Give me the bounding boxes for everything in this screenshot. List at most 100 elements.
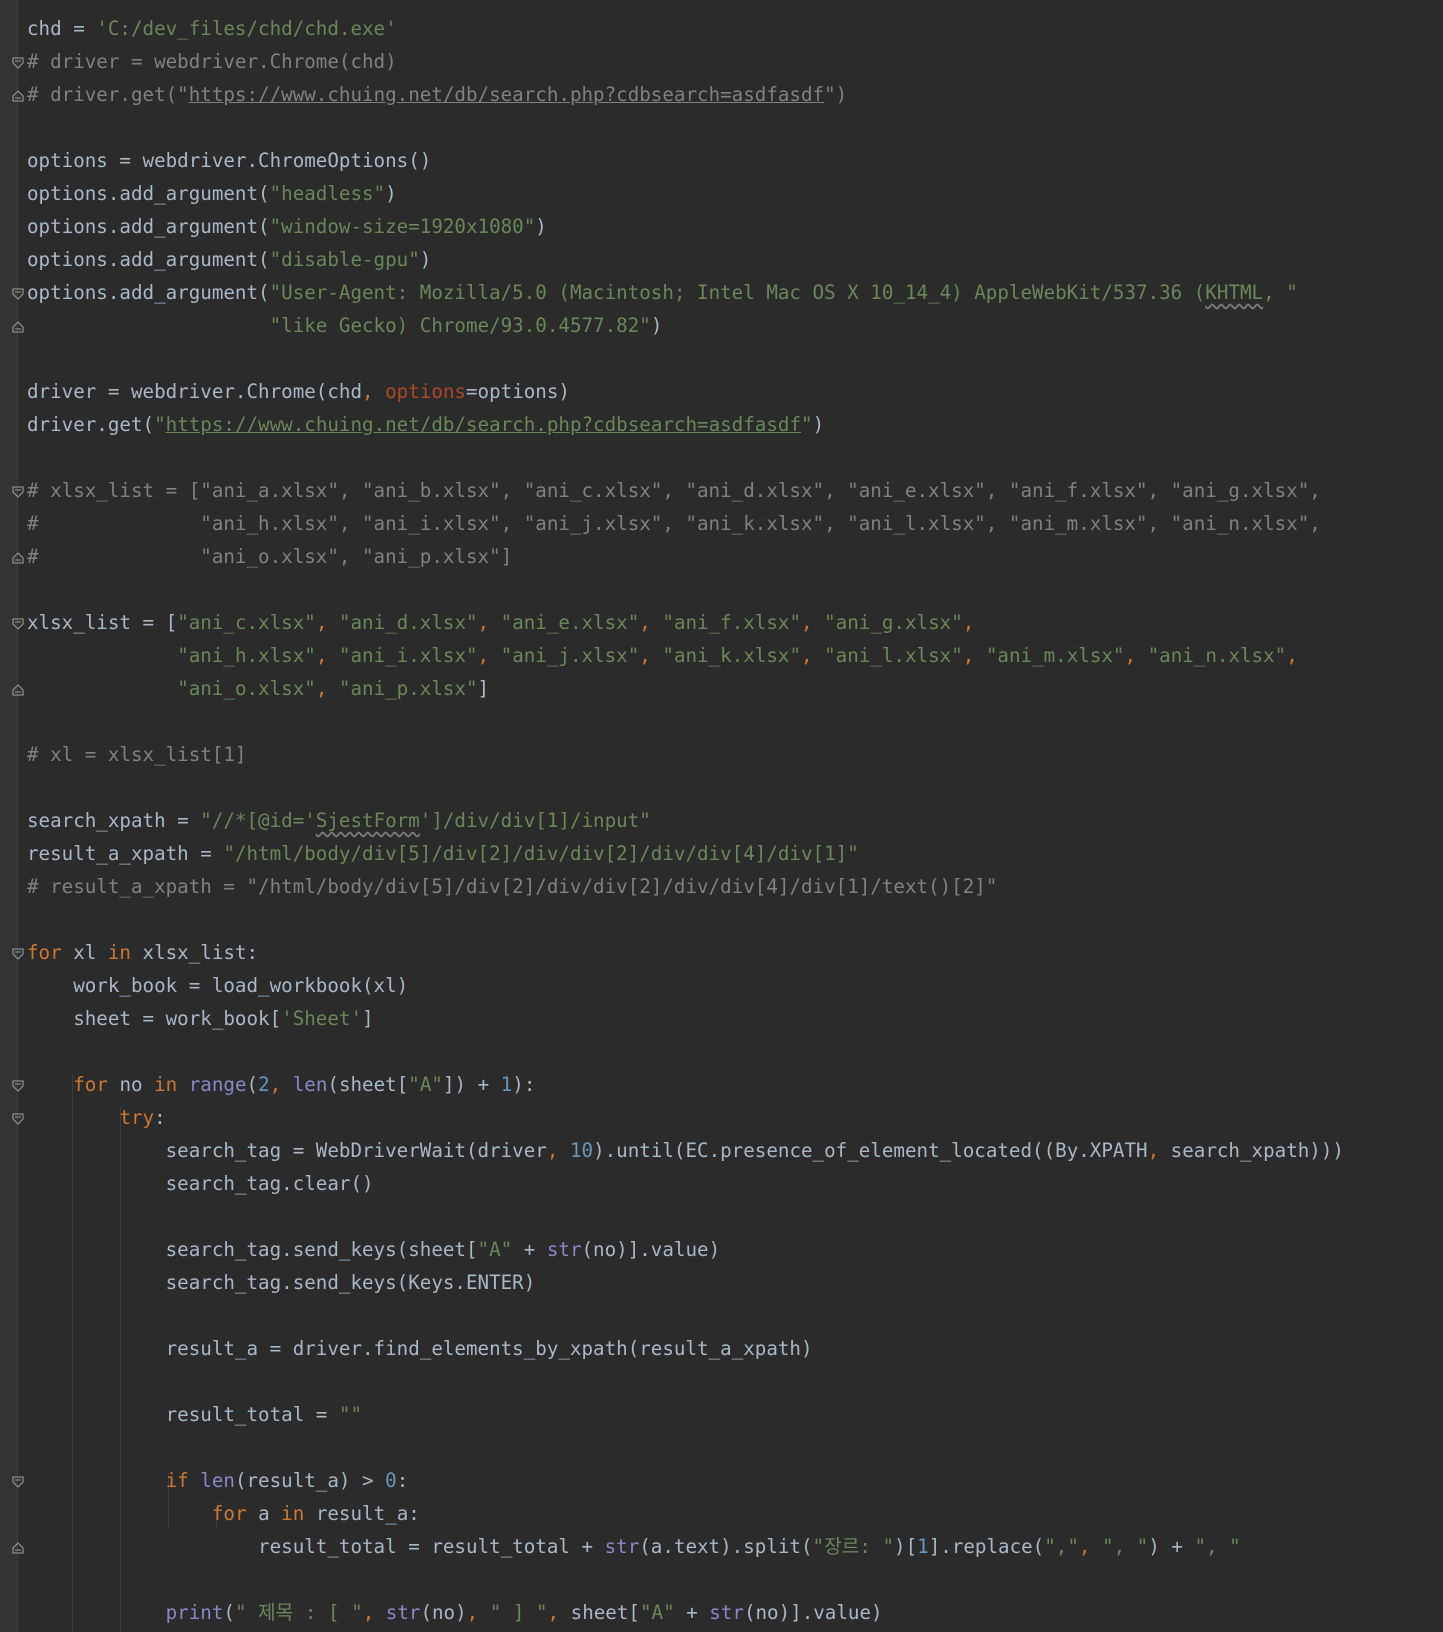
- code-line[interactable]: search_tag.send_keys(sheet["A" + str(no)…: [0, 1233, 1443, 1266]
- code-token: result_total = result_total +: [27, 1535, 605, 1558]
- code-line-text: # "ani_h.xlsx", "ani_i.xlsx", "ani_j.xls…: [27, 507, 1321, 540]
- code-line[interactable]: xlsx_list = ["ani_c.xlsx", "ani_d.xlsx",…: [0, 606, 1443, 639]
- code-token: "": [338, 1403, 363, 1426]
- code-line[interactable]: [0, 1563, 1443, 1596]
- code-token: ,: [1147, 1139, 1171, 1162]
- code-line[interactable]: options.add_argument("disable-gpu"): [0, 243, 1443, 276]
- code-token: SjestForm: [315, 809, 420, 832]
- fold-toggle-icon[interactable]: [11, 56, 25, 70]
- code-token: (: [223, 1601, 235, 1624]
- code-line-text: driver = webdriver.Chrome(chd, options=o…: [27, 375, 570, 408]
- fold-end-icon[interactable]: [11, 683, 25, 697]
- fold-toggle-icon[interactable]: [11, 287, 25, 301]
- code-line[interactable]: print(" 제목 : [ ", str(no), " ] ", sheet[…: [0, 1596, 1443, 1629]
- code-line-text: # result_a_xpath = "/html/body/div[5]/di…: [27, 870, 997, 903]
- code-line[interactable]: [0, 705, 1443, 738]
- code-line-text: chd = 'C:/dev_files/chd/chd.exe': [27, 12, 397, 45]
- fold-toggle-icon[interactable]: [11, 617, 25, 631]
- code-line[interactable]: work_book = load_workbook(xl): [0, 969, 1443, 1002]
- fold-end-icon[interactable]: [11, 1541, 25, 1555]
- code-line[interactable]: "ani_o.xlsx", "ani_p.xlsx"]: [0, 672, 1443, 705]
- code-line[interactable]: # driver = webdriver.Chrome(chd): [0, 45, 1443, 78]
- code-line[interactable]: [0, 342, 1443, 375]
- fold-end-icon[interactable]: [11, 320, 25, 334]
- code-token: (no): [420, 1601, 467, 1624]
- code-line[interactable]: [0, 1431, 1443, 1464]
- code-token: result_a = driver.find_elements_by_xpath…: [27, 1337, 813, 1360]
- code-line[interactable]: [0, 1299, 1443, 1332]
- code-line-text: options.add_argument("disable-gpu"): [27, 243, 431, 276]
- code-line[interactable]: try:: [0, 1101, 1443, 1134]
- code-line[interactable]: [0, 1200, 1443, 1233]
- code-token: for: [211, 1502, 259, 1525]
- code-line[interactable]: # "ani_o.xlsx", "ani_p.xlsx"]: [0, 540, 1443, 573]
- code-line[interactable]: options = webdriver.ChromeOptions(): [0, 144, 1443, 177]
- code-token: , ": [1263, 281, 1298, 304]
- code-line[interactable]: # result_a_xpath = "/html/body/div[5]/di…: [0, 870, 1443, 903]
- code-line[interactable]: [0, 111, 1443, 144]
- code-line-text: # xl = xlsx_list[1]: [27, 738, 247, 771]
- code-line[interactable]: [0, 771, 1443, 804]
- code-line[interactable]: for xl in xlsx_list:: [0, 936, 1443, 969]
- code-line[interactable]: search_tag.send_keys(Keys.ENTER): [0, 1266, 1443, 1299]
- code-token: "ani_d.xlsx": [338, 611, 478, 634]
- code-line[interactable]: result_a = driver.find_elements_by_xpath…: [0, 1332, 1443, 1365]
- code-line[interactable]: [0, 441, 1443, 474]
- fold-toggle-icon[interactable]: [11, 1112, 25, 1126]
- code-token: "): [824, 83, 848, 106]
- code-line[interactable]: sheet = work_book['Sheet']: [0, 1002, 1443, 1035]
- code-line-text: for xl in xlsx_list:: [27, 936, 258, 969]
- code-token: "disable-gpu": [269, 248, 420, 271]
- code-line[interactable]: chd = 'C:/dev_files/chd/chd.exe': [0, 12, 1443, 45]
- code-token: (a.text).split(: [639, 1535, 813, 1558]
- code-token: ,: [466, 1601, 490, 1624]
- code-token: options.add_argument(: [27, 182, 270, 205]
- code-token: len: [292, 1073, 328, 1096]
- code-token: str: [709, 1601, 744, 1624]
- code-token: (sheet[: [327, 1073, 409, 1096]
- code-line[interactable]: options.add_argument("window-size=1920x1…: [0, 210, 1443, 243]
- fold-toggle-icon[interactable]: [11, 485, 25, 499]
- code-line[interactable]: options.add_argument("User-Agent: Mozill…: [0, 276, 1443, 309]
- fold-end-icon[interactable]: [11, 551, 25, 565]
- code-token: # xlsx_list = ["ani_a.xlsx", "ani_b.xlsx…: [27, 479, 1321, 502]
- code-line[interactable]: [0, 1365, 1443, 1398]
- code-line[interactable]: "ani_h.xlsx", "ani_i.xlsx", "ani_j.xlsx"…: [0, 639, 1443, 672]
- code-line[interactable]: search_tag.clear(): [0, 1167, 1443, 1200]
- code-line[interactable]: "like Gecko) Chrome/93.0.4577.82"): [0, 309, 1443, 342]
- code-line[interactable]: result_total = "": [0, 1398, 1443, 1431]
- code-line[interactable]: [0, 903, 1443, 936]
- code-line[interactable]: if len(result_a) > 0:: [0, 1464, 1443, 1497]
- code-token: ]: [362, 1007, 374, 1030]
- code-token: ,: [801, 644, 825, 667]
- code-token: ]: [477, 677, 490, 700]
- code-line[interactable]: [0, 573, 1443, 606]
- code-line[interactable]: result_total = result_total + str(a.text…: [0, 1530, 1443, 1563]
- code-token: try: [119, 1106, 155, 1129]
- code-line[interactable]: for a in result_a:: [0, 1497, 1443, 1530]
- code-area[interactable]: chd = 'C:/dev_files/chd/chd.exe' # driver…: [0, 12, 1443, 1629]
- code-line[interactable]: search_tag = WebDriverWait(driver, 10).u…: [0, 1134, 1443, 1167]
- code-token: str: [385, 1601, 421, 1624]
- code-editor[interactable]: chd = 'C:/dev_files/chd/chd.exe' # driver…: [0, 0, 1443, 1632]
- code-line[interactable]: for no in range(2, len(sheet["A"]) + 1):: [0, 1068, 1443, 1101]
- code-token: "ani_h.xlsx": [177, 644, 316, 667]
- code-line[interactable]: [0, 1035, 1443, 1068]
- code-line[interactable]: driver.get("https://www.chuing.net/db/se…: [0, 408, 1443, 441]
- fold-toggle-icon[interactable]: [11, 947, 25, 961]
- code-line[interactable]: search_xpath = "//*[@id='SjestForm']/div…: [0, 804, 1443, 837]
- code-line[interactable]: # xl = xlsx_list[1]: [0, 738, 1443, 771]
- code-token: ):: [512, 1073, 536, 1096]
- code-line[interactable]: # "ani_h.xlsx", "ani_i.xlsx", "ani_j.xls…: [0, 507, 1443, 540]
- code-line[interactable]: driver = webdriver.Chrome(chd, options=o…: [0, 375, 1443, 408]
- fold-end-icon[interactable]: [11, 89, 25, 103]
- fold-toggle-icon[interactable]: [11, 1475, 25, 1489]
- fold-toggle-icon[interactable]: [11, 1079, 25, 1093]
- code-line[interactable]: options.add_argument("headless"): [0, 177, 1443, 210]
- code-line-text: search_xpath = "//*[@id='SjestForm']/div…: [27, 804, 651, 837]
- code-line[interactable]: result_a_xpath = "/html/body/div[5]/div[…: [0, 837, 1443, 870]
- code-line[interactable]: # xlsx_list = ["ani_a.xlsx", "ani_b.xlsx…: [0, 474, 1443, 507]
- code-line[interactable]: # driver.get("https://www.chuing.net/db/…: [0, 78, 1443, 111]
- code-token: work_book = load_workbook(xl): [27, 974, 409, 997]
